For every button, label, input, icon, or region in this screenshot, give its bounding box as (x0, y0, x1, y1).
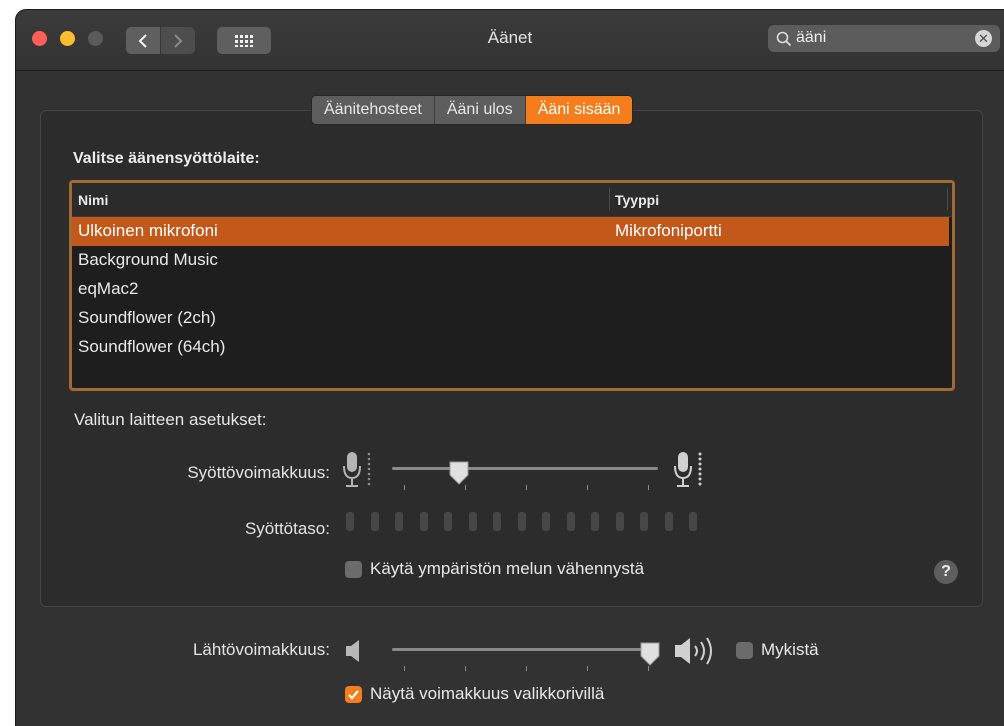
show-volume-menubar-label[interactable]: Näytä voimakkuus valikkorivillä (370, 684, 604, 704)
clear-icon[interactable]: ✕ (975, 30, 992, 47)
microphone-low-icon (343, 452, 371, 487)
checkmark-icon (348, 690, 359, 700)
column-header-name[interactable]: Nimi (78, 192, 108, 208)
slider-tick (465, 666, 466, 671)
search-input[interactable]: ääni (796, 29, 826, 47)
noise-reduction-checkbox[interactable] (345, 561, 362, 578)
level-segment (468, 512, 477, 531)
table-row[interactable]: Soundflower (2ch) (72, 304, 949, 333)
level-segment (346, 512, 354, 531)
input-volume-track[interactable] (392, 467, 658, 470)
table-row[interactable]: Soundflower (64ch) (72, 333, 949, 362)
tab-output[interactable]: Ääni ulos (434, 96, 526, 124)
row-name: Soundflower (2ch) (78, 308, 216, 327)
title-bar: Äänet ääni ✕ (16, 10, 1004, 71)
level-segment (419, 512, 428, 531)
table-row[interactable]: Background Music (72, 246, 949, 275)
level-segment (542, 512, 550, 531)
output-volume-label: Lähtövoimakkuus: (192, 640, 330, 659)
level-segment (640, 512, 648, 531)
search-field[interactable]: ääni ✕ (768, 25, 1000, 52)
level-segment (395, 512, 403, 531)
output-volume-thumb[interactable] (639, 641, 661, 667)
slider-tick (404, 485, 405, 490)
level-segment (370, 512, 379, 531)
level-segment (517, 512, 526, 531)
tab-bar: Äänitehosteet Ääni ulos Ääni sisään (311, 95, 634, 125)
row-name: Soundflower (64ch) (78, 337, 226, 356)
tab-sound-effects[interactable]: Äänitehosteet (312, 96, 435, 124)
level-segment (566, 512, 575, 531)
column-divider (609, 188, 610, 210)
table-header: Nimi Tyyppi (72, 183, 952, 217)
level-segment (444, 512, 452, 531)
row-name: Background Music (78, 250, 218, 269)
search-icon (776, 31, 792, 47)
noise-reduction-label[interactable]: Käytä ympäristön melun vähennystä (370, 559, 644, 579)
slider-tick (587, 666, 588, 671)
column-divider (947, 188, 948, 210)
tab-input[interactable]: Ääni sisään (525, 96, 633, 124)
level-segment (615, 512, 624, 531)
level-segment (591, 512, 599, 531)
mute-label[interactable]: Mykistä (761, 640, 819, 660)
slider-tick (526, 666, 527, 671)
preferences-window: Äänet ääni ✕ Äänitehosteet Ääni ulos Ään… (16, 10, 1004, 726)
slider-tick (526, 485, 527, 490)
table-row[interactable]: Ulkoinen mikrofoni Mikrofoniportti (72, 217, 949, 246)
microphone-high-icon (674, 452, 702, 487)
level-segment (664, 512, 673, 531)
level-segment (493, 512, 501, 531)
level-segment (689, 512, 697, 531)
column-header-type[interactable]: Tyyppi (615, 192, 659, 208)
speaker-low-icon (346, 640, 359, 662)
slider-tick (404, 666, 405, 671)
row-type: Mikrofoniportti (615, 221, 722, 240)
device-settings-label: Valitun laitteen asetukset: (74, 410, 267, 429)
row-name: eqMac2 (78, 279, 139, 298)
input-volume-label: Syöttövoimakkuus: (187, 463, 330, 482)
input-volume-thumb[interactable] (448, 460, 470, 486)
speaker-high-icon (675, 637, 712, 665)
input-level-label: Syöttötaso: (244, 519, 330, 538)
slider-tick (648, 485, 649, 490)
show-volume-menubar-checkbox[interactable] (345, 686, 362, 703)
device-select-label: Valitse äänensyöttölaite: (73, 150, 260, 167)
help-button[interactable]: ? (934, 560, 958, 584)
mute-checkbox[interactable] (736, 642, 753, 659)
input-device-table[interactable]: Nimi Tyyppi Ulkoinen mikrofoni Mikrofoni… (69, 180, 955, 391)
slider-tick (587, 485, 588, 490)
row-name: Ulkoinen mikrofoni (78, 221, 218, 240)
output-volume-track[interactable] (392, 648, 658, 651)
table-row[interactable]: eqMac2 (72, 275, 949, 304)
